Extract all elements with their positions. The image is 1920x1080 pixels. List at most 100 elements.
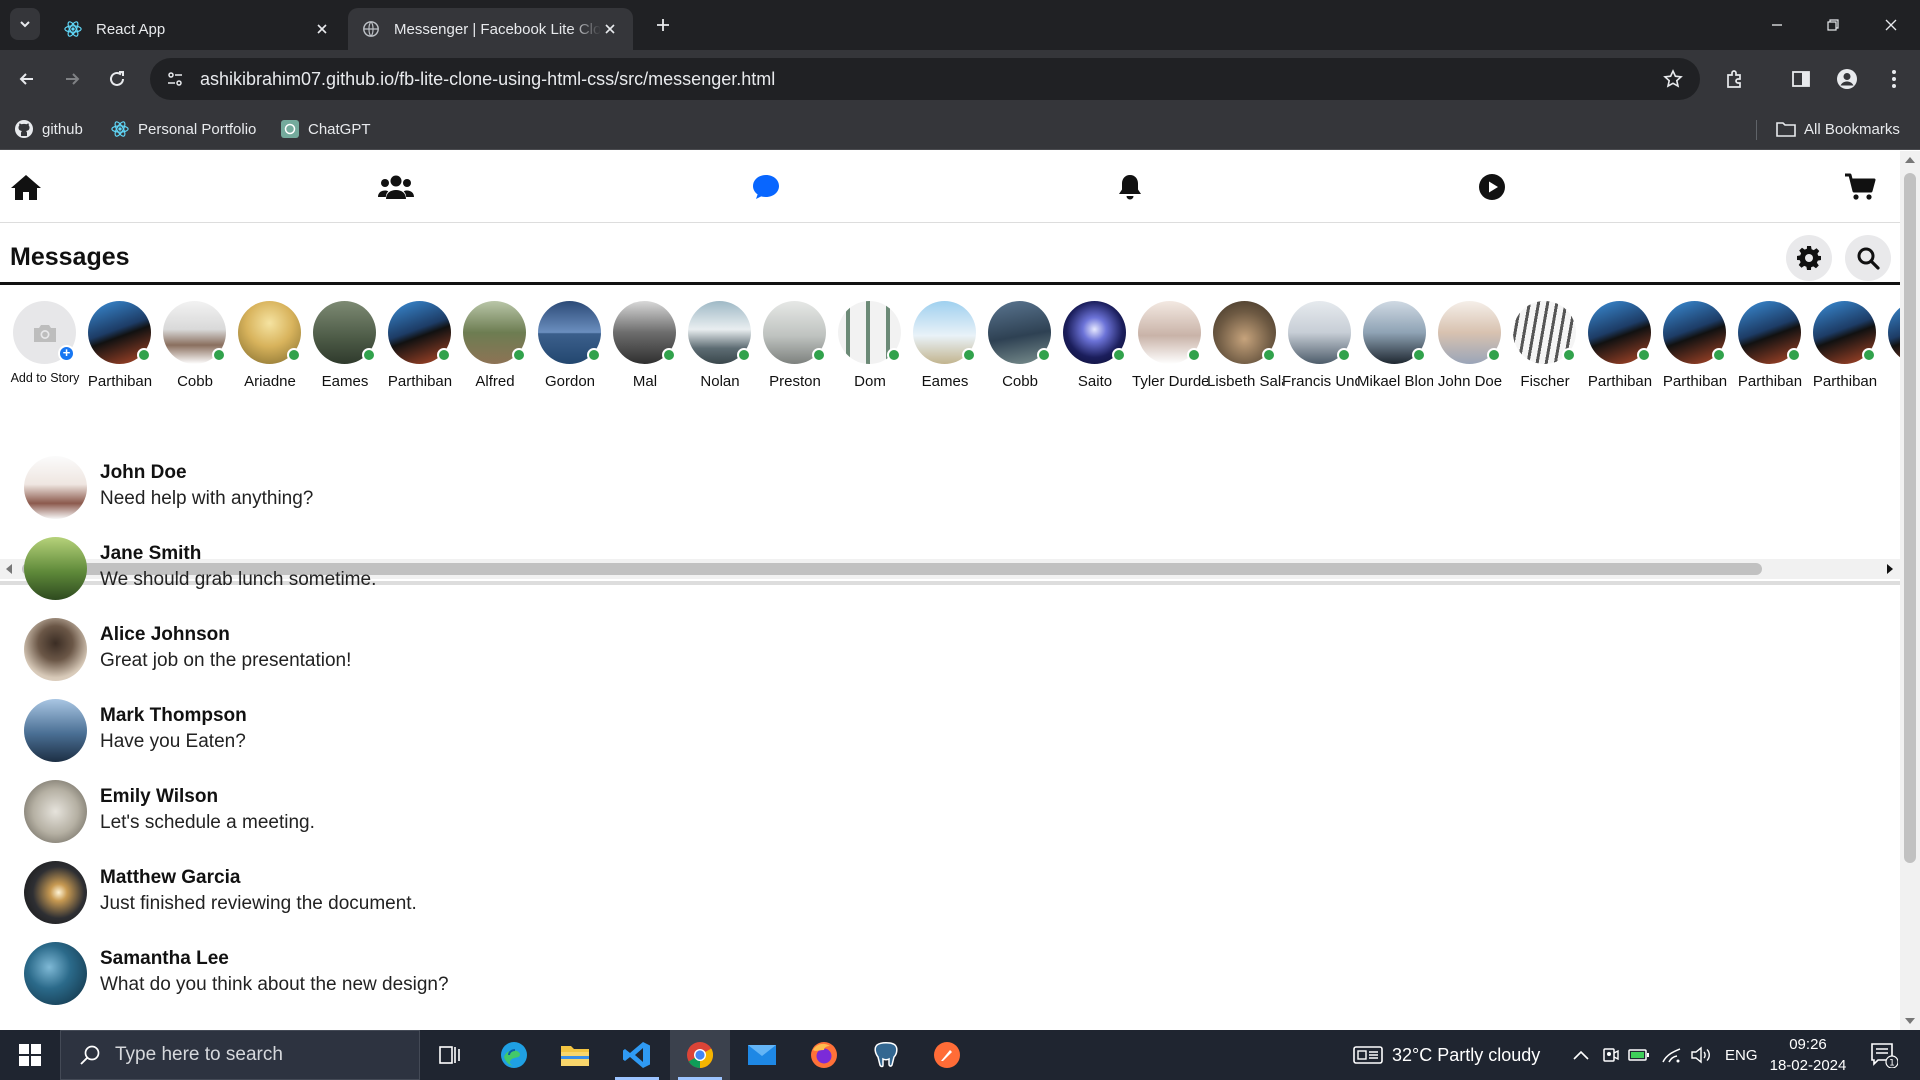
nav-watch[interactable] xyxy=(1474,171,1510,203)
story-item[interactable]: Ariadne xyxy=(235,301,305,401)
story-item[interactable]: Parthiban xyxy=(1585,301,1655,401)
taskbar-app-file-explorer[interactable] xyxy=(545,1030,605,1080)
all-bookmarks-button[interactable]: All Bookmarks xyxy=(1776,116,1900,142)
bookmark-chatgpt[interactable]: ChatGPT xyxy=(280,116,371,142)
clock[interactable]: 09:26 18-02-2024 xyxy=(1768,1034,1848,1076)
minimize-button[interactable] xyxy=(1764,12,1790,38)
weather-icon[interactable] xyxy=(1352,1044,1384,1066)
story-item[interactable]: Tyler Durden xyxy=(1132,301,1208,401)
story-item[interactable]: Dom xyxy=(835,301,905,401)
extensions-button[interactable] xyxy=(1720,64,1750,94)
story-item[interactable]: Francis Underwood xyxy=(1282,301,1358,401)
taskbar-app-firefox[interactable] xyxy=(794,1030,854,1080)
profile-button[interactable] xyxy=(1832,64,1862,94)
site-info-icon[interactable] xyxy=(162,66,188,92)
conversation-item[interactable]: Alice Johnson Great job on the presentati… xyxy=(24,618,624,684)
taskbar-app-postgresql[interactable] xyxy=(856,1030,916,1080)
conversation-item[interactable]: Mark Thompson Have you Eaten? xyxy=(24,699,624,765)
nav-friends[interactable] xyxy=(378,171,414,203)
bookmark-personal-portfolio[interactable]: Personal Portfolio xyxy=(110,116,256,142)
scroll-up-arrow-icon[interactable] xyxy=(1905,156,1915,166)
conversation-item[interactable]: John Doe Need help with anything? xyxy=(24,456,624,522)
story-item[interactable]: Lisbeth Salander xyxy=(1207,301,1283,401)
nav-home[interactable] xyxy=(8,171,44,203)
story-item[interactable]: Alfred xyxy=(460,301,530,401)
taskbar-app-chrome[interactable] xyxy=(670,1030,730,1080)
nav-marketplace[interactable] xyxy=(1842,171,1878,203)
notification-center-button[interactable]: 1 xyxy=(1868,1042,1900,1068)
conversation-item[interactable]: Matthew Garcia Just finished reviewing th… xyxy=(24,861,624,927)
scrollbar-thumb[interactable] xyxy=(1904,173,1916,863)
volume-icon[interactable] xyxy=(1690,1044,1712,1066)
story-item[interactable]: Eames xyxy=(910,301,980,401)
story-item[interactable]: Nolan xyxy=(685,301,755,401)
tab-react-app[interactable]: React App xyxy=(50,8,345,50)
taskbar-app-mail[interactable] xyxy=(732,1030,792,1080)
story-item[interactable]: Parthiban xyxy=(1660,301,1730,401)
close-tab-icon[interactable] xyxy=(601,20,619,38)
bookmark-star-icon[interactable] xyxy=(1660,66,1686,92)
conversation-item[interactable]: Emily Wilson Let's schedule a meeting. xyxy=(24,780,624,846)
weather-text[interactable]: 32°C Partly cloudy xyxy=(1392,1030,1540,1080)
taskbar-app-postman[interactable] xyxy=(917,1030,977,1080)
menu-button[interactable] xyxy=(1879,64,1909,94)
forward-button[interactable] xyxy=(57,64,87,94)
story-item[interactable]: John Doe xyxy=(1435,301,1505,401)
scroll-down-arrow-icon[interactable] xyxy=(1905,1015,1915,1025)
close-window-button[interactable] xyxy=(1878,12,1904,38)
conversation-item[interactable]: Samantha Lee What do you think about the … xyxy=(24,942,624,1008)
page-vertical-scrollbar[interactable] xyxy=(1900,151,1920,1030)
story-item[interactable]: Mal xyxy=(610,301,680,401)
postman-icon xyxy=(934,1042,960,1068)
bookmark-github[interactable]: github xyxy=(14,116,83,142)
wifi-icon[interactable] xyxy=(1660,1044,1682,1066)
start-button[interactable] xyxy=(0,1030,60,1080)
new-tab-button[interactable] xyxy=(650,12,676,38)
search-button[interactable] xyxy=(1845,235,1891,281)
story-item[interactable]: Parthiban xyxy=(85,301,155,401)
story-item[interactable]: Fischer xyxy=(1510,301,1580,401)
task-view-button[interactable] xyxy=(420,1030,480,1080)
language-indicator[interactable]: ENG xyxy=(1725,1030,1758,1080)
story-item[interactable]: Cobb xyxy=(160,301,230,401)
add-to-story-button[interactable]: + Add to Story xyxy=(10,301,80,401)
story-item[interactable]: Pa xyxy=(1885,301,1900,401)
story-item[interactable]: Parthiban xyxy=(1810,301,1880,401)
story-item[interactable]: Gordon xyxy=(535,301,605,401)
story-item[interactable]: Saito xyxy=(1060,301,1130,401)
restore-button[interactable] xyxy=(1820,12,1846,38)
story-item[interactable]: Preston xyxy=(760,301,830,401)
taskbar-app-vscode[interactable] xyxy=(607,1030,667,1080)
tab-search-button[interactable] xyxy=(10,8,40,40)
close-tab-icon[interactable] xyxy=(313,20,331,38)
story-item[interactable]: Parthiban xyxy=(385,301,455,401)
nav-messenger[interactable] xyxy=(748,171,784,203)
conversation-name: Matthew Garcia xyxy=(100,867,241,888)
side-panel-button[interactable] xyxy=(1786,64,1816,94)
tab-messenger[interactable]: Messenger | Facebook Lite Clone xyxy=(348,8,633,50)
online-status-dot xyxy=(1787,348,1801,362)
battery-icon[interactable] xyxy=(1628,1044,1650,1066)
taskbar-search-box[interactable]: Type here to search xyxy=(60,1030,420,1080)
conversation-item[interactable]: Jane Smith We should grab lunch sometime. xyxy=(24,537,624,603)
nav-notifications[interactable] xyxy=(1112,171,1148,203)
scroll-right-arrow-icon[interactable] xyxy=(1884,564,1894,574)
reload-button[interactable] xyxy=(102,64,132,94)
address-bar[interactable]: ashikibrahim07.github.io/fb-lite-clone-u… xyxy=(150,58,1700,100)
story-item[interactable]: Mikael Blomkvist xyxy=(1357,301,1433,401)
back-button[interactable] xyxy=(12,64,42,94)
react-icon xyxy=(64,21,82,37)
story-item[interactable]: Eames xyxy=(310,301,380,401)
bookmarks-bar: github Personal Portfolio ChatGPT All Bo… xyxy=(0,108,1920,150)
video-play-icon xyxy=(1479,174,1505,200)
taskbar-app-edge[interactable] xyxy=(484,1030,544,1080)
meet-now-icon[interactable] xyxy=(1600,1044,1622,1066)
story-item[interactable]: Cobb xyxy=(985,301,1055,401)
scroll-left-arrow-icon[interactable] xyxy=(5,564,15,574)
conversation-name: Emily Wilson xyxy=(100,786,219,807)
restore-icon xyxy=(1827,19,1839,31)
story-item[interactable]: Parthiban xyxy=(1735,301,1805,401)
story-name: Tyler Durden xyxy=(1132,373,1208,390)
show-hidden-icons-chevron-up-icon[interactable] xyxy=(1570,1044,1592,1066)
settings-button[interactable] xyxy=(1786,235,1832,281)
